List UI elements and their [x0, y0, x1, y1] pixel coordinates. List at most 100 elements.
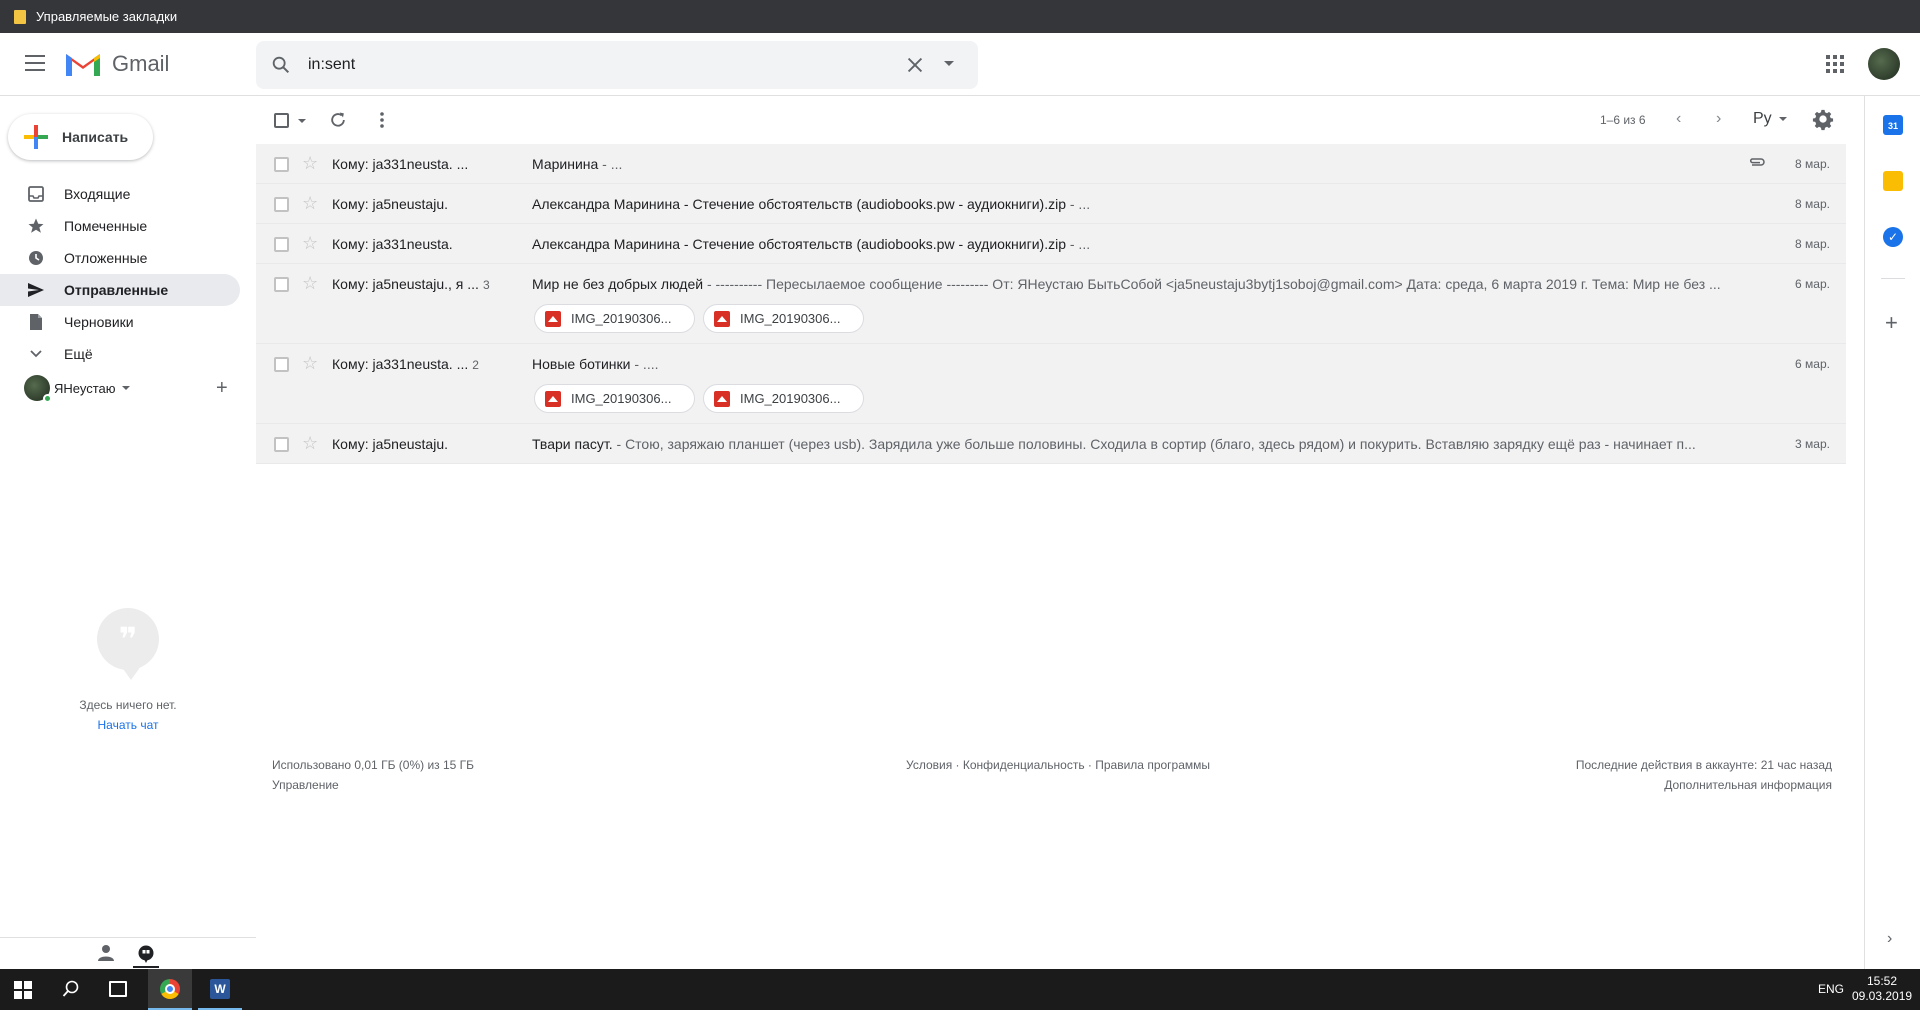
sidebar-item-label: Черновики [64, 314, 134, 330]
star-outline-icon[interactable]: ☆ [302, 353, 318, 374]
compose-button[interactable]: Написать [8, 114, 153, 160]
subject-text: Твари пасут. [532, 436, 613, 452]
email-row[interactable]: ☆ Кому: ja331neusta. Александра Маринина… [256, 224, 1846, 264]
sidebar-item-more[interactable]: Ещё [0, 338, 240, 370]
email-list: ☆ Кому: ja331neusta. ... Маринина - ... … [256, 144, 1846, 464]
bookmarks-label[interactable]: Управляемые закладки [36, 9, 177, 24]
star-outline-icon[interactable]: ☆ [302, 233, 318, 254]
search-options-icon[interactable] [944, 61, 954, 66]
recipient-text: Кому: ja5neustaju., я ... [332, 276, 479, 292]
task-view-icon[interactable] [109, 981, 127, 997]
email-row[interactable]: ☆ Кому: ja5neustaju. Твари пасут. - Стою… [256, 424, 1846, 464]
sidebar-item-drafts[interactable]: Черновики [0, 306, 240, 338]
image-file-icon [714, 310, 730, 327]
expand-panel-icon[interactable]: › [1887, 930, 1892, 948]
refresh-icon[interactable] [328, 110, 348, 130]
attachment-chip[interactable]: IMG_20190306... [534, 384, 695, 413]
attachment-name: IMG_20190306... [571, 311, 672, 326]
chevron-down-icon [26, 344, 46, 364]
select-options-icon[interactable] [298, 119, 306, 123]
snippet-text: - ---------- Пересылаемое сообщение ----… [703, 276, 1721, 292]
input-language[interactable]: ENG [1818, 982, 1844, 996]
last-activity: Последние действия в аккаунте: 21 час на… [1575, 758, 1832, 772]
clock-date: 09.03.2019 [1852, 989, 1913, 1003]
chevron-right-icon[interactable]: › [1716, 110, 1721, 128]
email-row[interactable]: ☆ Кому: ja5neustaju., я ... 3 Мир не без … [256, 264, 1846, 344]
subject-text: Маринина [532, 156, 599, 172]
email-row[interactable]: ☆ Кому: ja331neusta. ... 2 Новые ботинки … [256, 344, 1846, 424]
sidebar-item-inbox[interactable]: Входящие [0, 178, 240, 210]
add-contact-icon[interactable]: + [216, 378, 228, 398]
draft-icon [26, 312, 46, 332]
hangouts-user[interactable]: ЯНеустаю + [0, 372, 256, 404]
manage-storage-link[interactable]: Управление [272, 778, 339, 792]
snippet-text: - ... [1065, 196, 1091, 212]
select-all-checkbox[interactable] [274, 113, 289, 128]
sidebar: Написать Входящие Помеченные Отложенные … [0, 96, 256, 969]
email-date: 6 мар. [1795, 277, 1830, 291]
system-clock[interactable]: 15:52 09.03.2019 [1852, 974, 1912, 1004]
attachment-name: IMG_20190306... [571, 391, 672, 406]
details-link[interactable]: Дополнительная информация [1664, 778, 1832, 792]
word-taskbar-button[interactable]: W [198, 969, 242, 1010]
tasks-icon[interactable]: ✓ [1883, 227, 1903, 247]
windows-start-icon[interactable] [14, 981, 32, 999]
row-checkbox[interactable] [274, 157, 289, 172]
row-checkbox[interactable] [274, 197, 289, 212]
recipient-text: Кому: ja5neustaju. [332, 436, 449, 452]
row-checkbox[interactable] [274, 237, 289, 252]
keep-icon[interactable] [1883, 171, 1903, 191]
email-row[interactable]: ☆ Кому: ja331neusta. ... Маринина - ... … [256, 144, 1846, 184]
hangouts-chat-icon[interactable] [133, 942, 159, 968]
image-file-icon [545, 310, 561, 327]
attachment-chip[interactable]: IMG_20190306... [703, 304, 864, 333]
caret-down-icon[interactable] [121, 386, 130, 390]
gmail-header: Gmail in:sent [0, 33, 1920, 96]
send-icon [26, 280, 46, 300]
gmail-logo[interactable]: Gmail [64, 50, 169, 78]
attachment-chip[interactable]: IMG_20190306... [534, 304, 695, 333]
clear-search-icon[interactable] [904, 54, 926, 76]
star-outline-icon[interactable]: ☆ [302, 153, 318, 174]
input-tools-button[interactable]: Ру [1753, 110, 1787, 128]
hangouts-icon: ❞ [97, 608, 159, 680]
hangouts-empty-state: ❞ Здесь ничего нет. Начать чат [0, 608, 256, 732]
row-checkbox[interactable] [274, 357, 289, 372]
add-addon-icon[interactable]: + [1885, 312, 1898, 334]
chevron-left-icon[interactable]: ‹ [1676, 110, 1681, 128]
footer-links[interactable]: Условия · Конфиденциальность · Правила п… [906, 758, 1210, 772]
star-outline-icon[interactable]: ☆ [302, 433, 318, 454]
gear-icon[interactable] [1812, 109, 1834, 131]
sidebar-item-starred[interactable]: Помеченные [0, 210, 240, 242]
subject-text: Мир не без добрых людей [532, 276, 704, 292]
more-vert-icon[interactable] [372, 110, 392, 130]
google-apps-icon[interactable] [1826, 55, 1844, 73]
star-outline-icon[interactable]: ☆ [302, 273, 318, 294]
email-recipient: Кому: ja331neusta. [332, 236, 453, 252]
side-panel-divider [1881, 278, 1905, 279]
attachment-chips: IMG_20190306... IMG_20190306... [534, 304, 872, 333]
hamburger-menu-icon[interactable] [25, 55, 45, 71]
user-name: ЯНеустаю [54, 380, 116, 396]
calendar-icon[interactable]: 31 [1883, 115, 1903, 135]
input-lang-label: Ру [1753, 110, 1772, 127]
star-outline-icon[interactable]: ☆ [302, 193, 318, 214]
image-file-icon [545, 390, 561, 407]
sidebar-item-snoozed[interactable]: Отложенные [0, 242, 240, 274]
contacts-icon[interactable] [98, 944, 114, 967]
caret-down-icon [1778, 117, 1787, 121]
taskbar-search-icon[interactable] [62, 980, 80, 998]
user-avatar [24, 375, 52, 403]
email-row[interactable]: ☆ Кому: ja5neustaju. Александра Маринина… [256, 184, 1846, 224]
chrome-taskbar-button[interactable] [148, 969, 192, 1010]
search-input[interactable]: in:sent [308, 56, 355, 74]
recipient-text: Кому: ja331neusta. ... [332, 356, 469, 372]
attachment-chip[interactable]: IMG_20190306... [703, 384, 864, 413]
row-checkbox[interactable] [274, 277, 289, 292]
row-checkbox[interactable] [274, 437, 289, 452]
search-icon[interactable] [270, 54, 292, 76]
sidebar-item-sent[interactable]: Отправленные [0, 274, 240, 306]
account-avatar[interactable] [1868, 48, 1900, 80]
start-chat-link[interactable]: Начать чат [0, 718, 256, 732]
search-box[interactable]: in:sent [256, 41, 978, 89]
